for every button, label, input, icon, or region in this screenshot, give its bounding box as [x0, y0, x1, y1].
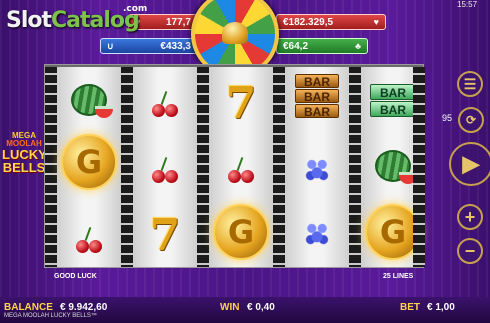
cherries-icon — [74, 227, 104, 253]
bet-label: BET — [400, 302, 420, 313]
jackpot-mega-left-value: 177,7 — [165, 16, 191, 28]
gold-coin-icon: G — [213, 204, 269, 260]
reel-separator — [197, 67, 209, 267]
status-time: 15:57 — [457, 0, 478, 9]
watermark-logo: SlotCatalog .com — [6, 4, 147, 33]
autoplay-icon: ⟳ — [465, 113, 477, 127]
reel-frame: G 7 7 G BAR BAR BAR BAR BAR G — [44, 64, 425, 268]
reel-separator — [413, 67, 425, 267]
coin-letter: G — [227, 213, 255, 251]
grapes-icon — [304, 220, 330, 248]
spin-button[interactable]: ▶ — [449, 142, 490, 186]
heart-icon: ♥ — [373, 17, 379, 27]
symbol-cherries — [133, 79, 197, 129]
jackpot-mini-value: €64,2 — [283, 40, 309, 52]
minus-icon: − — [464, 240, 476, 261]
win-label: WIN — [220, 302, 240, 313]
bet-decrease-button[interactable]: − — [457, 238, 483, 264]
reel-1: G — [57, 67, 121, 267]
symbol-gold-coin: G — [57, 134, 121, 190]
reel-separator — [121, 67, 133, 267]
message-right: 25 LINES — [383, 273, 414, 280]
reel-2: 7 — [133, 67, 197, 267]
symbol-seven: 7 — [133, 211, 197, 261]
cherries-icon — [226, 157, 256, 183]
autoplay-count: 95 — [442, 113, 453, 123]
jackpot-mega-value: €182.329,5 — [283, 16, 334, 28]
horseshoe-icon: ∪ — [107, 40, 114, 51]
balance-value: € 9.942,60 — [60, 302, 108, 313]
watermelon-icon — [375, 150, 417, 184]
menu-button[interactable]: ☰ — [457, 71, 483, 97]
play-icon: ▶ — [462, 151, 480, 176]
bar-label: BAR — [370, 83, 416, 100]
win-value: € 0,40 — [247, 302, 275, 313]
bar-label: BAR — [295, 74, 339, 89]
grapes-icon — [304, 156, 330, 184]
menu-icon: ☰ — [463, 75, 477, 92]
bet-increase-button[interactable]: + — [457, 204, 483, 230]
cherries-icon — [150, 157, 180, 183]
bell-icon — [222, 22, 248, 44]
reel-separator — [273, 67, 285, 267]
reel-separator — [349, 67, 361, 267]
watermelon-icon — [71, 84, 113, 118]
watermark-suffix: .com — [123, 4, 148, 14]
symbol-seven: 7 — [209, 79, 273, 129]
symbol-triple-bar: BAR BAR BAR — [285, 71, 349, 121]
symbol-cherries — [209, 145, 273, 195]
gold-coin-icon: G — [61, 134, 117, 190]
jackpot-minor-value: €433,3 — [160, 40, 191, 52]
bar-label: BAR — [370, 100, 416, 117]
reel-3: 7 G — [209, 67, 273, 267]
game-logo: MEGA MOOLAH LUCKY BELLS — [2, 132, 47, 175]
reel-4: BAR BAR BAR — [285, 67, 349, 267]
double-bar-icon: BAR BAR — [370, 83, 416, 117]
bar-label: BAR — [295, 104, 339, 119]
plus-icon: + — [464, 206, 476, 227]
game-logo-line3: LUCKY BELLS — [2, 147, 47, 175]
triple-bar-icon: BAR BAR BAR — [295, 74, 339, 119]
balance-label: BALANCE — [4, 302, 53, 313]
clover-icon: ♣ — [355, 41, 361, 51]
watermark-part1: Slot — [6, 8, 52, 33]
bar-label: BAR — [295, 89, 339, 104]
symbol-grapes — [285, 145, 349, 195]
autoplay-button[interactable]: ⟳ — [458, 107, 484, 133]
symbol-cherries — [57, 215, 121, 265]
seven-icon: 7 — [149, 210, 181, 261]
seven-icon: 7 — [225, 78, 257, 129]
cherries-icon — [150, 91, 180, 117]
symbol-grapes — [285, 209, 349, 259]
coin-letter: G — [379, 213, 407, 251]
symbol-cherries — [133, 145, 197, 195]
jackpot-mini: €64,2 ♣ — [276, 38, 368, 54]
symbol-watermelon — [57, 75, 121, 125]
bet-value: € 1,00 — [427, 302, 455, 313]
jackpot-minor: ∪ €433,3 — [100, 38, 198, 54]
coin-letter: G — [75, 143, 103, 181]
jackpot-mega: €182.329,5 ♥ — [276, 14, 386, 30]
reel-separator — [45, 67, 57, 267]
message-left: GOOD LUCK — [54, 273, 97, 280]
symbol-gold-coin: G — [209, 204, 273, 260]
game-name: MEGA MOOLAH LUCKY BELLS™ — [4, 313, 97, 319]
